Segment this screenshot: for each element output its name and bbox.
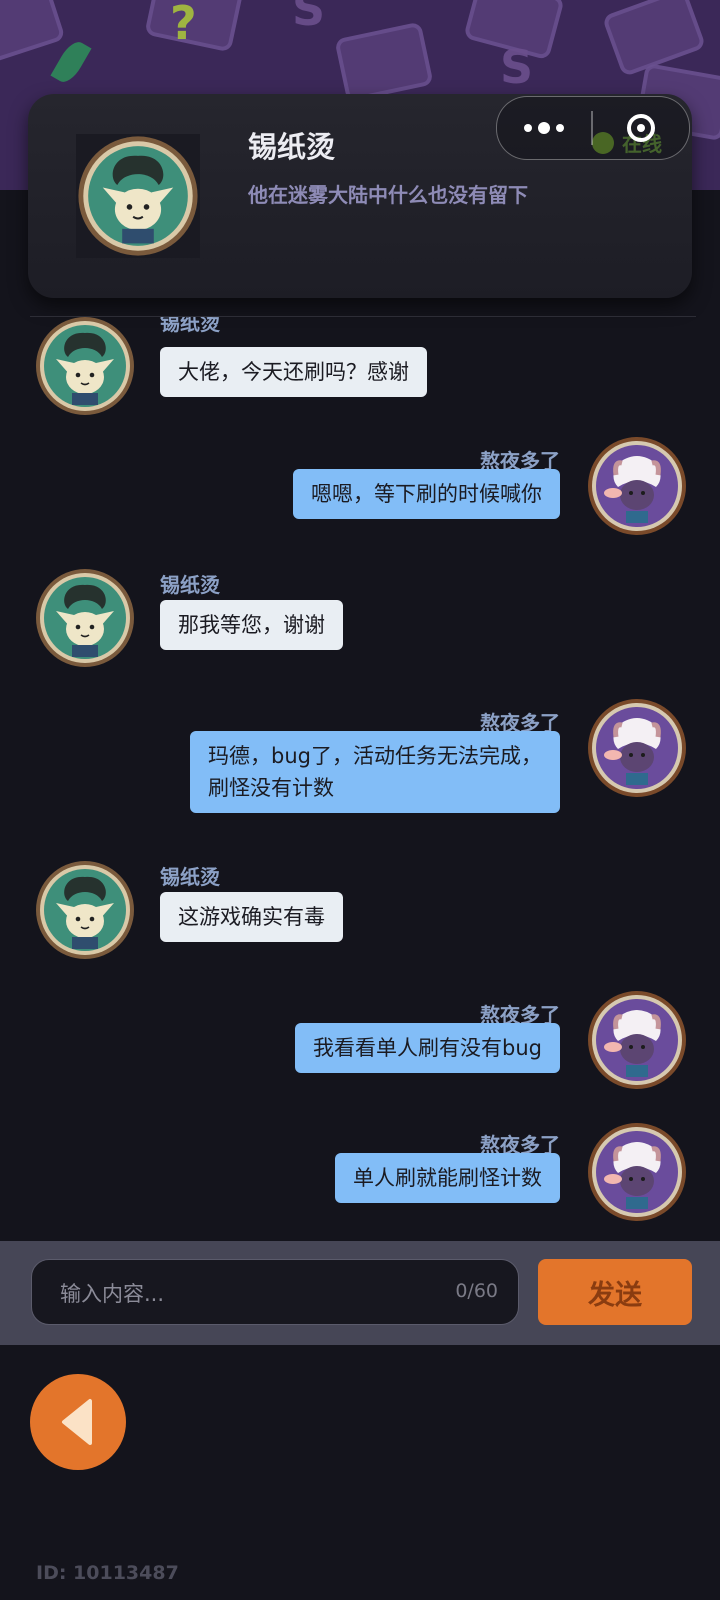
- profile-avatar[interactable]: [76, 134, 200, 258]
- message-input-bar: 输入内容... 0/60 发送: [0, 1241, 720, 1345]
- cat-avatar-icon: [78, 136, 198, 256]
- sheep-avatar-icon[interactable]: [586, 1121, 688, 1223]
- sender-name: 锡纸烫: [160, 317, 220, 335]
- back-triangle-icon: [62, 1399, 92, 1445]
- contact-name: 锡纸烫: [248, 130, 336, 164]
- sender-name: 锡纸烫: [160, 573, 220, 597]
- message-bubble[interactable]: 那我等您，谢谢: [160, 600, 343, 650]
- message-bubble[interactable]: 嗯嗯，等下刷的时候喊你: [293, 469, 560, 519]
- cat-avatar-icon[interactable]: [34, 317, 136, 417]
- target-circle-icon[interactable]: [593, 97, 690, 159]
- sheep-avatar-icon[interactable]: [586, 697, 688, 799]
- contact-motto: 他在迷雾大陆中什么也没有留下: [248, 183, 528, 207]
- message-bubble[interactable]: 单人刷就能刷怪计数: [335, 1153, 560, 1203]
- cat-avatar-icon[interactable]: [34, 859, 136, 961]
- user-id-label: ID: 10113487: [36, 1562, 179, 1584]
- sheep-avatar-icon[interactable]: [586, 435, 688, 537]
- message-bubble[interactable]: 这游戏确实有毒: [160, 892, 343, 942]
- message-bubble[interactable]: 我看看单人刷有没有bug: [295, 1023, 560, 1073]
- input-placeholder: 输入内容...: [60, 1282, 165, 1306]
- sender-name: 锡纸烫: [160, 865, 220, 889]
- cat-avatar-icon[interactable]: [34, 567, 136, 669]
- sheep-avatar-icon[interactable]: [586, 989, 688, 1091]
- message-input[interactable]: 输入内容... 0/60: [31, 1259, 519, 1325]
- message-bubble[interactable]: 大佬，今天还刷吗？感谢: [160, 347, 427, 397]
- message-bubble[interactable]: 玛德，bug了，活动任务无法完成， 刷怪没有计数: [190, 731, 560, 813]
- more-dots-icon[interactable]: [497, 97, 591, 159]
- send-button[interactable]: 发送: [538, 1259, 692, 1325]
- chat-message-list[interactable]: 锡纸烫 大佬，今天还刷吗？感谢 熬夜多了 嗯嗯，等下刷的时候喊你 锡纸烫 那我等…: [0, 317, 720, 1241]
- back-button[interactable]: [30, 1374, 126, 1470]
- mini-program-capsule: [496, 96, 690, 160]
- character-counter: 0/60: [455, 1280, 498, 1302]
